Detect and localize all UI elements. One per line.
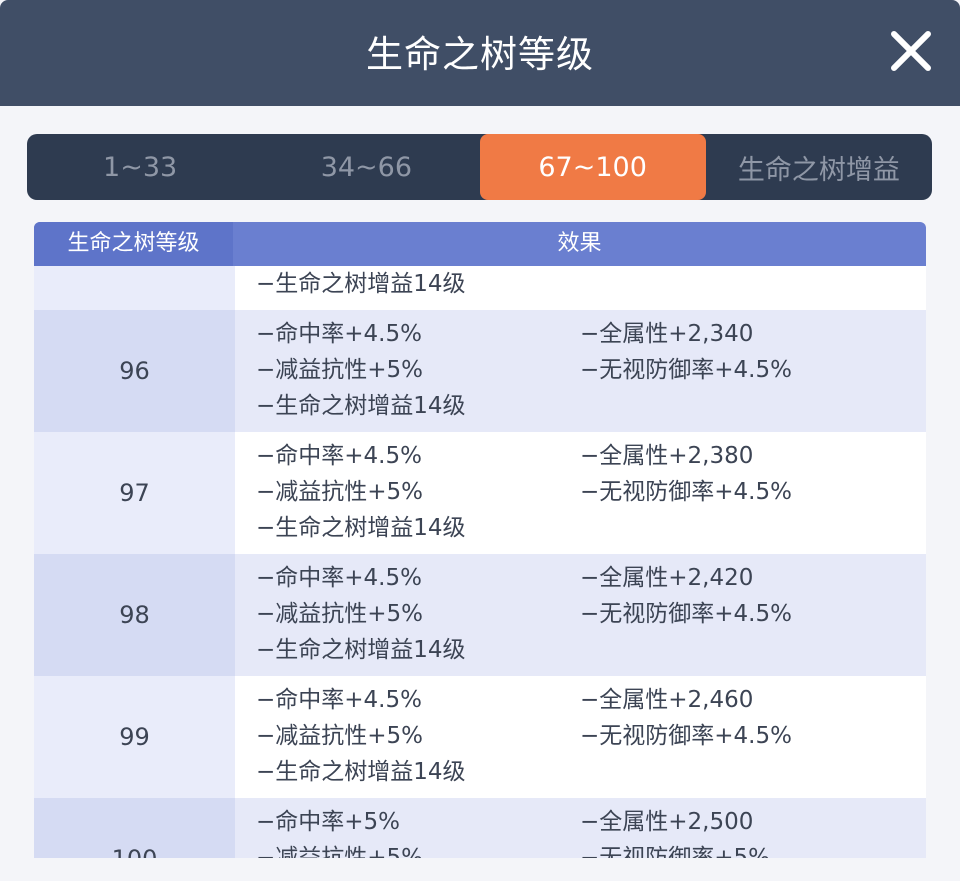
effect-line: −命中率+4.5%: [256, 443, 422, 469]
effect-line: −生命之树增益14级: [256, 515, 466, 541]
table-row: 97 −命中率+4.5% −减益抗性+5% −生命之树增益14级 −全属性+2,380−…: [34, 432, 926, 554]
effect-line: −命中率+5%: [256, 809, 401, 835]
effect-line: −无视防御率+4.5%: [580, 601, 792, 627]
effect-column-left: −命中率+4.5% −减益抗性+5% −生命之树增益14级: [256, 682, 466, 790]
table-rows: 95−命中率+4.5%−减益抗性+5%−生命之树增益14级−全属性+2,300−…: [34, 266, 926, 858]
header-level: 生命之树等级: [34, 222, 233, 266]
effect-line: −全属性+2,500: [580, 809, 754, 835]
effect-line: −生命之树增益14级: [256, 393, 466, 419]
effect-column-right: −全属性+2,460 −无视防御率+4.5%: [580, 682, 792, 754]
table-row: 95−命中率+4.5%−减益抗性+5%−生命之树增益14级−全属性+2,300−…: [34, 266, 926, 310]
effect-line: −无视防御率+5%: [580, 845, 771, 858]
effect-line: −无视防御率+4.5%: [580, 723, 792, 749]
effect-line: −减益抗性+5%: [256, 601, 424, 627]
effect-column-left: −命中率+4.5%−减益抗性+5%−生命之树增益14级: [256, 266, 466, 302]
table-row: 99 −命中率+4.5% −减益抗性+5% −生命之树增益14级 −全属性+2,460−…: [34, 676, 926, 798]
table-row: 100−命中率+5%−减益抗性+5%−生命之树增益15级−全属性+2,500−无…: [34, 798, 926, 858]
effect-line: −全属性+2,380: [580, 443, 754, 469]
effect-line: −减益抗性+5%: [256, 479, 424, 505]
effect-line: −生命之树增益14级: [256, 637, 466, 663]
effect-line: −减益抗性+5%: [256, 845, 424, 858]
row-level: 99: [34, 676, 235, 798]
header-effect: 效果: [557, 231, 602, 256]
effect-line: −全属性+2,340: [580, 321, 754, 347]
effect-column-right: −全属性+2,340 −无视防御率+4.5%: [580, 316, 792, 388]
effect-column-left: −命中率+4.5% −减益抗性+5% −生命之树增益14级: [256, 316, 466, 424]
level-range-tabs: 1~33 34~66 67~100 生命之树增益: [27, 134, 932, 200]
effect-column-right: −全属性+2,420 −无视防御率+4.5%: [580, 560, 792, 632]
title-bar: 生命之树等级: [0, 0, 960, 106]
effect-line: −无视防御率+4.5%: [580, 479, 792, 505]
effect-line: −生命之树增益14级: [256, 759, 466, 785]
tab-tree-buff[interactable]: 生命之树增益: [706, 134, 932, 200]
effect-line: −全属性+2,460: [580, 687, 754, 713]
effect-line: −命中率+4.5%: [256, 565, 422, 591]
effect-line: −减益抗性+5%: [256, 723, 424, 749]
table-row: 98 −命中率+4.5% −减益抗性+5% −生命之树增益14级 −全属性+2,420−…: [34, 554, 926, 676]
row-level: 96: [34, 310, 235, 432]
effect-line: −无视防御率+4.5%: [580, 357, 792, 383]
row-level: 95: [34, 266, 235, 310]
table-header: 生命之树等级 效果: [34, 222, 926, 266]
table-scroll-area[interactable]: 95−命中率+4.5%−减益抗性+5%−生命之树增益14级−全属性+2,300−…: [34, 266, 926, 858]
effect-line: −命中率+4.5%: [256, 321, 422, 347]
effect-line: −全属性+2,420: [580, 565, 754, 591]
effect-line: −减益抗性+5%: [256, 357, 424, 383]
level-effects-table: 生命之树等级 效果 95 −命中率+4.5% −减益抗性+5% −生命之树增益14级 −…: [34, 222, 926, 858]
row-level: 98: [34, 554, 235, 676]
effect-column-left: −命中率+4.5% −减益抗性+5% −生命之树增益14级: [256, 560, 466, 668]
dialog-title: 生命之树等级: [366, 33, 594, 76]
tab-34-66[interactable]: 34~66: [253, 134, 479, 200]
effect-column-left: −命中率+5%−减益抗性+5%−生命之树增益15级: [256, 804, 466, 858]
effect-line: −生命之树增益14级: [256, 271, 466, 297]
tab-1-33[interactable]: 1~33: [27, 134, 253, 200]
close-icon[interactable]: [888, 28, 934, 74]
tab-67-100[interactable]: 67~100: [479, 134, 706, 200]
table-row: 96 −命中率+4.5% −减益抗性+5% −生命之树增益14级 −全属性+2,340−…: [34, 310, 926, 432]
effect-column-right: −全属性+2,380 −无视防御率+4.5%: [580, 438, 792, 510]
row-level: 100: [34, 798, 235, 858]
effect-column-left: −命中率+4.5% −减益抗性+5% −生命之树增益14级: [256, 438, 466, 546]
effect-line: −命中率+4.5%: [256, 687, 422, 713]
effect-column-right: −全属性+2,500 −无视防御率+5%: [580, 804, 770, 858]
row-level: 97: [34, 432, 235, 554]
